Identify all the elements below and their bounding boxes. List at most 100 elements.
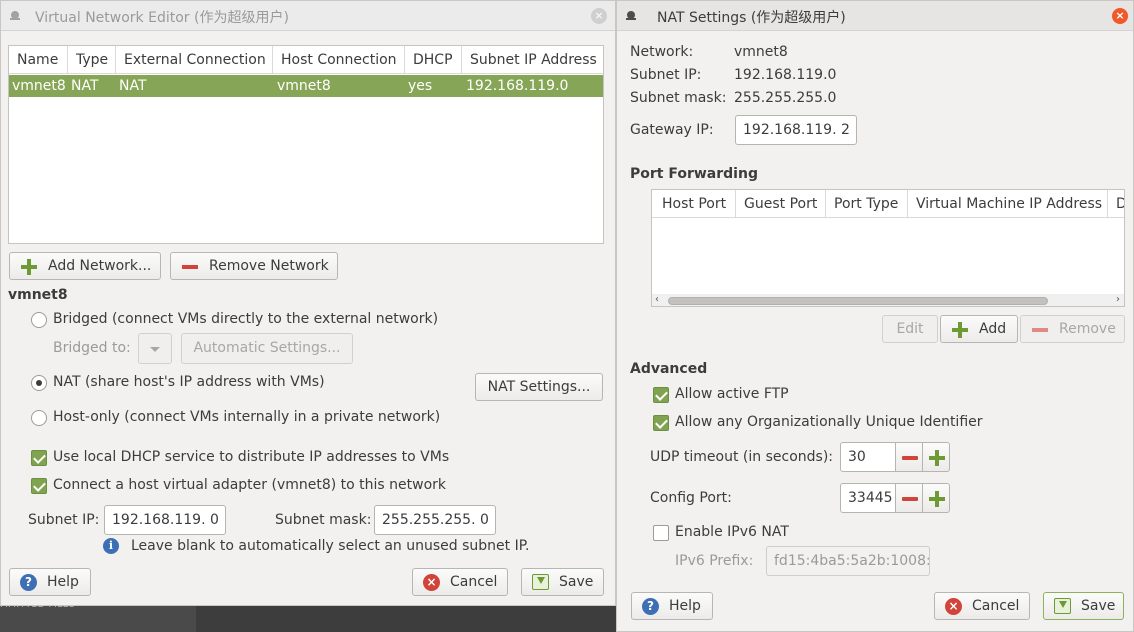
nat-subnet-ip-label: Subnet IP: [630, 67, 702, 83]
host-only-label[interactable]: Host-only (connect VMs internally in a p… [53, 409, 440, 425]
save-label: Save [559, 574, 594, 590]
save-button[interactable]: Save [521, 568, 604, 596]
cancel-icon: × [423, 574, 440, 591]
column-header-port-type[interactable]: Port Type [826, 190, 908, 218]
section-title: vmnet8 [8, 287, 68, 303]
config-port-increment-button[interactable] [922, 483, 950, 513]
subnet-ip-field[interactable]: 192.168.119. 0 [104, 505, 226, 535]
cancel-button[interactable]: × Cancel [412, 568, 508, 596]
nat-radio[interactable] [31, 375, 47, 391]
bridged-radio[interactable] [31, 312, 47, 328]
cancel-icon: × [945, 598, 962, 615]
plus-icon [951, 321, 969, 339]
config-port-decrement-button[interactable] [895, 483, 923, 513]
horizontal-scrollbar[interactable]: ‹ › [652, 294, 1124, 306]
bridged-label[interactable]: Bridged (connect VMs directly to the ext… [53, 311, 438, 327]
help-button[interactable]: ? Help [9, 568, 91, 596]
udp-decrement-button[interactable] [895, 442, 923, 472]
nat-titlebar[interactable]: NAT Settings (作为超级用户) × [617, 1, 1133, 31]
nat-title: NAT Settings (作为超级用户) [657, 10, 846, 26]
nat-subnet-mask-value: 255.255.255.0 [734, 90, 837, 106]
column-header-host[interactable]: Host Connection [273, 46, 405, 74]
plus-icon [20, 258, 38, 276]
cell-name: vmnet8 [12, 78, 66, 94]
nat-settings-window: NAT Settings (作为超级用户) × Network: vmnet8 … [616, 0, 1134, 632]
cell-external: NAT [119, 78, 147, 94]
nat-label[interactable]: NAT (share host's IP address with VMs) [53, 374, 325, 390]
host-only-radio[interactable] [31, 410, 47, 426]
ipv6-prefix-field[interactable]: fd15:4ba5:5a2b:1008:: [766, 546, 930, 576]
nat-cancel-label: Cancel [972, 598, 1020, 614]
networks-table[interactable]: Name Type External Connection Host Conne… [8, 45, 604, 244]
nat-help-button[interactable]: ? Help [631, 592, 713, 620]
column-header-vm-ip[interactable]: Virtual Machine IP Address [908, 190, 1108, 218]
allow-ftp-checkbox[interactable] [653, 387, 669, 403]
allow-oui-label[interactable]: Allow any Organizationally Unique Identi… [675, 414, 983, 430]
scroll-right-icon[interactable]: › [1116, 294, 1120, 306]
remove-label: Remove [1059, 321, 1116, 337]
allow-oui-checkbox[interactable] [653, 415, 669, 431]
bridged-to-dropdown[interactable] [138, 333, 172, 364]
remove-network-button[interactable]: Remove Network [170, 252, 338, 280]
help-icon: ? [642, 598, 659, 615]
remove-button[interactable]: Remove [1020, 315, 1125, 343]
window-menu-icon[interactable] [626, 11, 636, 20]
udp-increment-button[interactable] [922, 442, 950, 472]
save-icon [1054, 598, 1071, 614]
column-header-dhcp[interactable]: DHCP [405, 46, 462, 74]
vne-title: Virtual Network Editor (作为超级用户) [35, 10, 289, 26]
dhcp-label[interactable]: Use local DHCP service to distribute IP … [53, 449, 449, 465]
column-header-subnet[interactable]: Subnet IP Address [462, 46, 603, 74]
cancel-label: Cancel [450, 574, 498, 590]
udp-timeout-field[interactable]: 30 [840, 442, 896, 472]
network-label: Network: [630, 44, 694, 60]
info-text: Leave blank to automatically select an u… [131, 538, 530, 554]
port-forwarding-table[interactable]: Host Port Guest Port Port Type Virtual M… [651, 189, 1125, 307]
config-port-label: Config Port: [650, 490, 732, 506]
vne-titlebar[interactable]: Virtual Network Editor (作为超级用户) × [1, 1, 615, 31]
port-forwarding-title: Port Forwarding [630, 166, 758, 182]
cell-type: NAT [71, 78, 99, 94]
automatic-settings-button[interactable]: Automatic Settings... [181, 333, 353, 364]
subnet-mask-field[interactable]: 255.255.255. 0 [374, 505, 496, 535]
scrollbar-thumb[interactable] [668, 297, 1048, 305]
chevron-down-icon [150, 347, 160, 352]
nat-subnet-mask-label: Subnet mask: [630, 90, 727, 106]
allow-ftp-label[interactable]: Allow active FTP [675, 386, 789, 402]
config-port-field[interactable]: 33445 [840, 483, 896, 513]
column-header-type[interactable]: Type [68, 46, 116, 74]
nat-help-label: Help [669, 598, 701, 614]
cell-dhcp: yes [408, 78, 433, 94]
scroll-left-icon[interactable]: ‹ [655, 294, 659, 306]
nat-settings-button[interactable]: NAT Settings... [475, 373, 603, 401]
column-header-host-port[interactable]: Host Port [652, 190, 736, 218]
adapter-label[interactable]: Connect a host virtual adapter (vmnet8) … [53, 477, 446, 493]
add-label: Add [979, 321, 1007, 337]
column-header-extra[interactable]: D [1108, 190, 1124, 218]
column-header-guest-port[interactable]: Guest Port [736, 190, 826, 218]
dhcp-checkbox[interactable] [31, 450, 47, 466]
column-header-external[interactable]: External Connection [116, 46, 273, 74]
cell-host: vmnet8 [277, 78, 331, 94]
udp-timeout-label: UDP timeout (in seconds): [650, 449, 834, 465]
nat-cancel-button[interactable]: × Cancel [934, 592, 1030, 620]
add-button[interactable]: Add [940, 315, 1018, 343]
edit-button[interactable]: Edit [882, 315, 938, 343]
gateway-label: Gateway IP: [630, 122, 714, 138]
virtual-network-editor-window: Virtual Network Editor (作为超级用户) × Name T… [0, 0, 616, 606]
vne-close-icon[interactable]: × [591, 8, 607, 24]
nat-save-button[interactable]: Save [1043, 592, 1124, 620]
ipv6-checkbox[interactable] [653, 525, 669, 541]
column-header-name[interactable]: Name [9, 46, 68, 74]
info-icon: i [103, 538, 119, 554]
minus-icon [902, 497, 918, 501]
advanced-title: Advanced [630, 361, 708, 377]
adapter-checkbox[interactable] [31, 478, 47, 494]
ipv6-prefix-label: IPv6 Prefix: [675, 553, 754, 569]
window-menu-icon[interactable] [10, 11, 20, 20]
nat-close-icon[interactable]: × [1112, 8, 1128, 24]
gateway-ip-field[interactable]: 192.168.119. 2 [735, 115, 857, 145]
ipv6-label[interactable]: Enable IPv6 NAT [675, 524, 789, 540]
table-row[interactable]: vmnet8 NAT NAT vmnet8 yes 192.168.119.0 [9, 75, 603, 97]
add-network-button[interactable]: Add Network... [9, 252, 161, 280]
